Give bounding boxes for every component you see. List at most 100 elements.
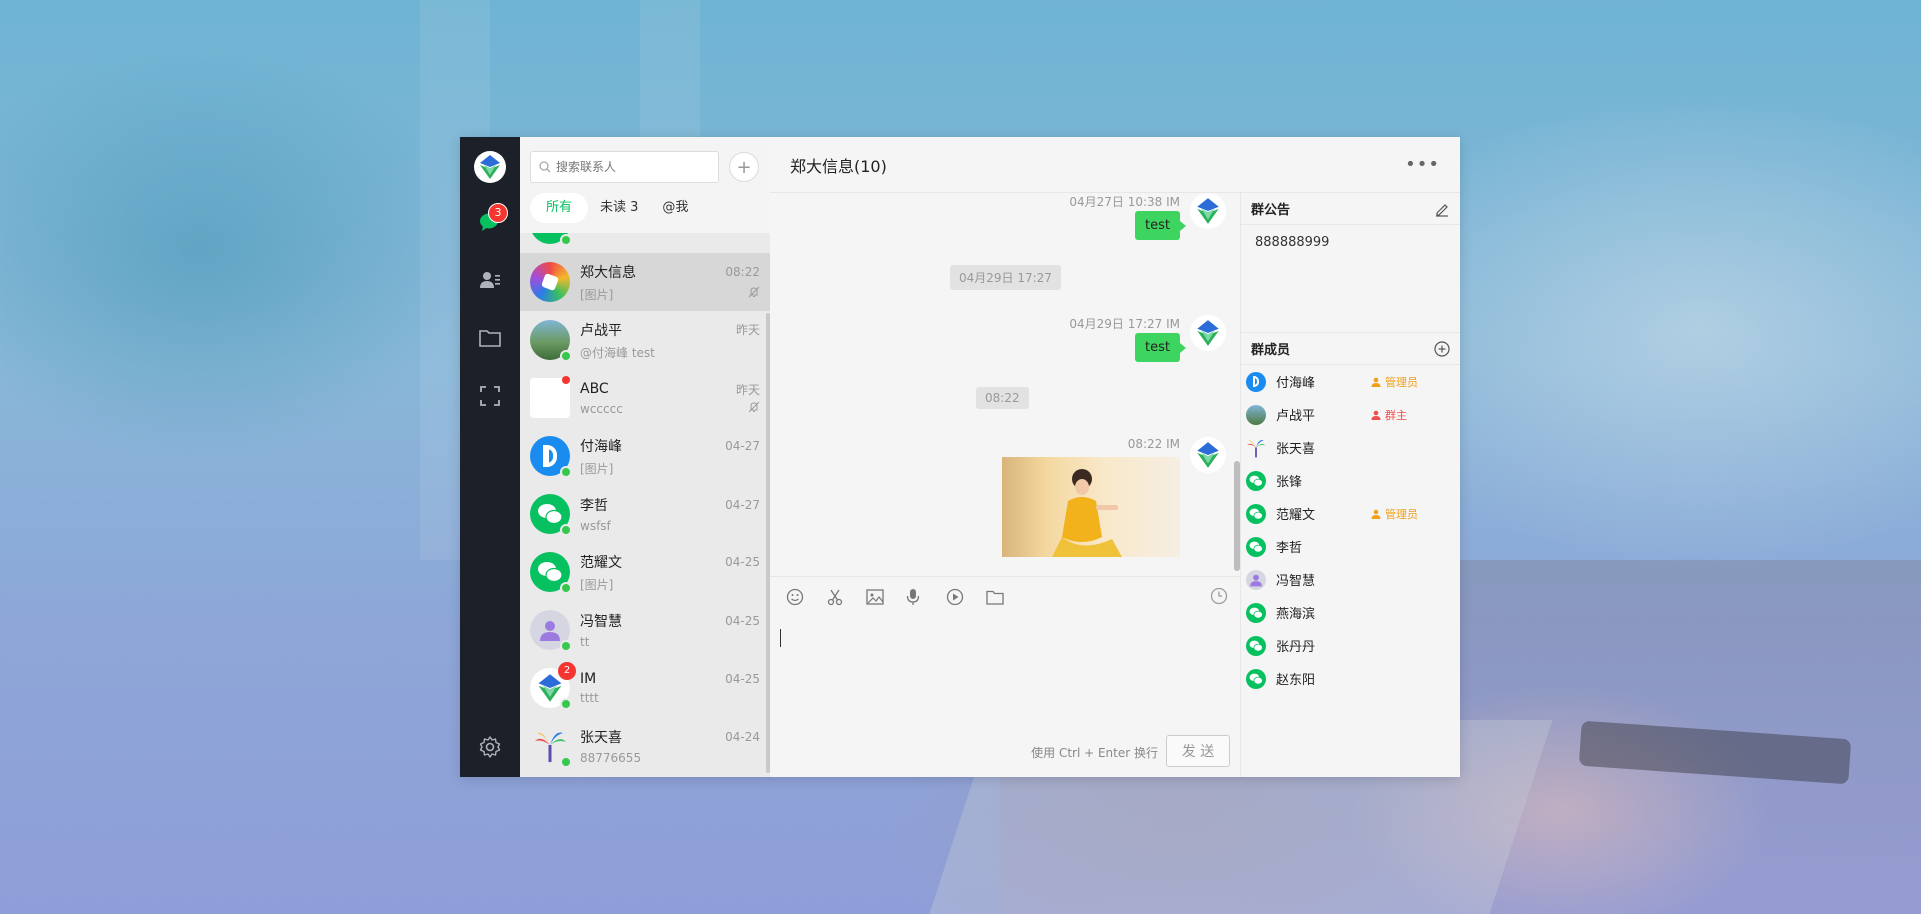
im-logo-icon xyxy=(1197,198,1219,224)
member-row[interactable]: 冯智慧 xyxy=(1241,563,1460,596)
conversation-item[interactable]: 冯智慧 04-25 tt xyxy=(520,601,770,659)
member-row[interactable]: 张丹丹 xyxy=(1241,629,1460,662)
member-row[interactable]: 付海峰 管理员 xyxy=(1241,365,1460,398)
conversation-item[interactable]: 2 IM 04-25 tttt xyxy=(520,659,770,717)
online-dot xyxy=(560,582,572,594)
avatar xyxy=(530,320,572,362)
message-input[interactable]: 使用 Ctrl + Enter 换行 发 送 xyxy=(770,617,1240,777)
member-name: 李哲 xyxy=(1276,541,1303,556)
settings-button[interactable] xyxy=(478,735,502,763)
edit-pencil-icon[interactable] xyxy=(1434,201,1450,217)
user-role-icon xyxy=(1371,377,1381,387)
im-logo-icon xyxy=(1197,442,1219,468)
message-column: 04月27日 10:38 IM test 04月29日 17:27 04月29日… xyxy=(770,193,1240,777)
member-row[interactable]: 赵东阳 xyxy=(1241,662,1460,695)
member-avatar xyxy=(1246,404,1266,425)
nav-chats[interactable]: 3 xyxy=(460,193,520,251)
online-dot xyxy=(560,756,572,768)
image-button[interactable] xyxy=(866,589,906,605)
send-button[interactable]: 发 送 xyxy=(1166,735,1230,767)
wechat-icon xyxy=(1249,508,1263,520)
conversation-preview: wsfsf xyxy=(580,519,611,533)
wechat-avatar xyxy=(530,552,572,594)
add-member-icon[interactable] xyxy=(1434,340,1450,357)
member-avatar xyxy=(1246,668,1266,689)
message-image[interactable] xyxy=(1002,457,1180,557)
conversation-time: 04-27 xyxy=(725,498,760,512)
conversation-item[interactable]: 郑大信息 08:22 [图片] xyxy=(520,253,770,311)
more-button[interactable]: ••• xyxy=(1405,154,1440,175)
message-bubble[interactable]: test xyxy=(1135,211,1186,240)
file-button[interactable] xyxy=(986,590,1026,605)
conversation-time: 04-27 xyxy=(725,438,760,453)
filter-all[interactable]: 所有 xyxy=(530,193,589,223)
member-row[interactable]: 燕海滨 xyxy=(1241,596,1460,629)
conversation-item[interactable]: 卢战平 昨天 @付海峰 test xyxy=(520,311,770,369)
message-scrollbar[interactable] xyxy=(1234,461,1240,571)
add-button[interactable]: + xyxy=(729,152,759,182)
conversation-item[interactable]: xxxxx xyxy=(520,233,770,253)
microphone-icon xyxy=(906,589,920,605)
video-button[interactable] xyxy=(946,588,986,606)
screenshot-button[interactable] xyxy=(826,588,866,606)
conversation-item[interactable]: 范耀文 04-25 [图片] xyxy=(520,543,770,601)
app-logo-icon xyxy=(480,155,500,179)
member-row[interactable]: 范耀文 管理员 xyxy=(1241,497,1460,530)
my-avatar[interactable] xyxy=(474,151,506,183)
member-avatar xyxy=(1246,602,1266,623)
nav-files[interactable] xyxy=(460,309,520,367)
voice-button[interactable] xyxy=(906,588,946,606)
message-meta: 04月27日 10:38 IM xyxy=(1069,195,1180,209)
nav-contacts[interactable] xyxy=(460,251,520,309)
member-avatar xyxy=(1246,569,1266,590)
sender-avatar[interactable] xyxy=(1190,193,1226,229)
member-name: 付海峰 xyxy=(1276,376,1316,391)
filter-mentions[interactable]: @我 xyxy=(650,193,700,223)
conversation-time: 08:22 xyxy=(725,264,760,279)
conversation-time: 昨天 xyxy=(735,382,760,397)
history-button[interactable] xyxy=(1210,587,1228,609)
folder-icon xyxy=(986,590,1004,605)
conversation-item[interactable]: 张天喜 04-24 88776655 xyxy=(520,717,770,775)
palm-tree-icon xyxy=(1247,439,1266,457)
conversation-name: 李哲 xyxy=(580,498,608,514)
conversation-preview: @付海峰 test xyxy=(580,345,655,360)
avatar xyxy=(530,233,572,246)
conversation-name: 付海峰 xyxy=(580,438,622,455)
conversation-item[interactable]: ABC 昨天 wccccc xyxy=(520,369,770,427)
nav-fullscreen[interactable] xyxy=(460,367,520,425)
avatar: 2 xyxy=(530,662,576,710)
member-row[interactable]: 卢战平 群主 xyxy=(1241,398,1460,431)
wechat-icon xyxy=(1249,607,1263,619)
message-bubble[interactable]: test xyxy=(1135,333,1186,362)
conversation-name: IM xyxy=(580,671,597,687)
contacts-icon xyxy=(480,272,500,288)
member-name: 范耀文 xyxy=(1276,508,1316,523)
play-circle-icon xyxy=(946,588,964,606)
conversation-item[interactable]: 李哲 04-27 wsfsf xyxy=(520,485,770,543)
online-dot xyxy=(560,234,572,246)
conversation-time: 04-25 xyxy=(725,672,760,686)
member-avatar xyxy=(1246,503,1266,524)
sender-avatar[interactable] xyxy=(1190,437,1226,473)
member-row[interactable]: 张天喜 xyxy=(1241,431,1460,464)
avatar xyxy=(530,726,572,768)
conversation-preview: [图片] xyxy=(580,287,614,302)
member-name: 冯智慧 xyxy=(1276,574,1316,589)
filter-unread[interactable]: 未读 3 xyxy=(588,193,650,223)
sender-avatar[interactable] xyxy=(1190,315,1226,351)
emoji-button[interactable] xyxy=(786,588,826,606)
member-row[interactable]: 张锋 xyxy=(1241,464,1460,497)
member-row[interactable]: 李哲 xyxy=(1241,530,1460,563)
member-avatar xyxy=(1246,371,1266,392)
wechat-icon xyxy=(1249,541,1263,553)
member-name: 卢战平 xyxy=(1276,409,1316,424)
folder-icon xyxy=(479,330,501,347)
conversation-item[interactable]: 付海峰 04-27 [图片] xyxy=(520,427,770,485)
message-list: 04月27日 10:38 IM test 04月29日 17:27 04月29日… xyxy=(770,193,1240,577)
conversation-time: 04-25 xyxy=(725,554,760,569)
composer-toolbar xyxy=(770,577,1240,617)
search-input[interactable] xyxy=(556,160,706,174)
shortcut-hint: 使用 Ctrl + Enter 换行 xyxy=(1031,746,1158,760)
notice-text: 888888999 xyxy=(1241,225,1460,333)
